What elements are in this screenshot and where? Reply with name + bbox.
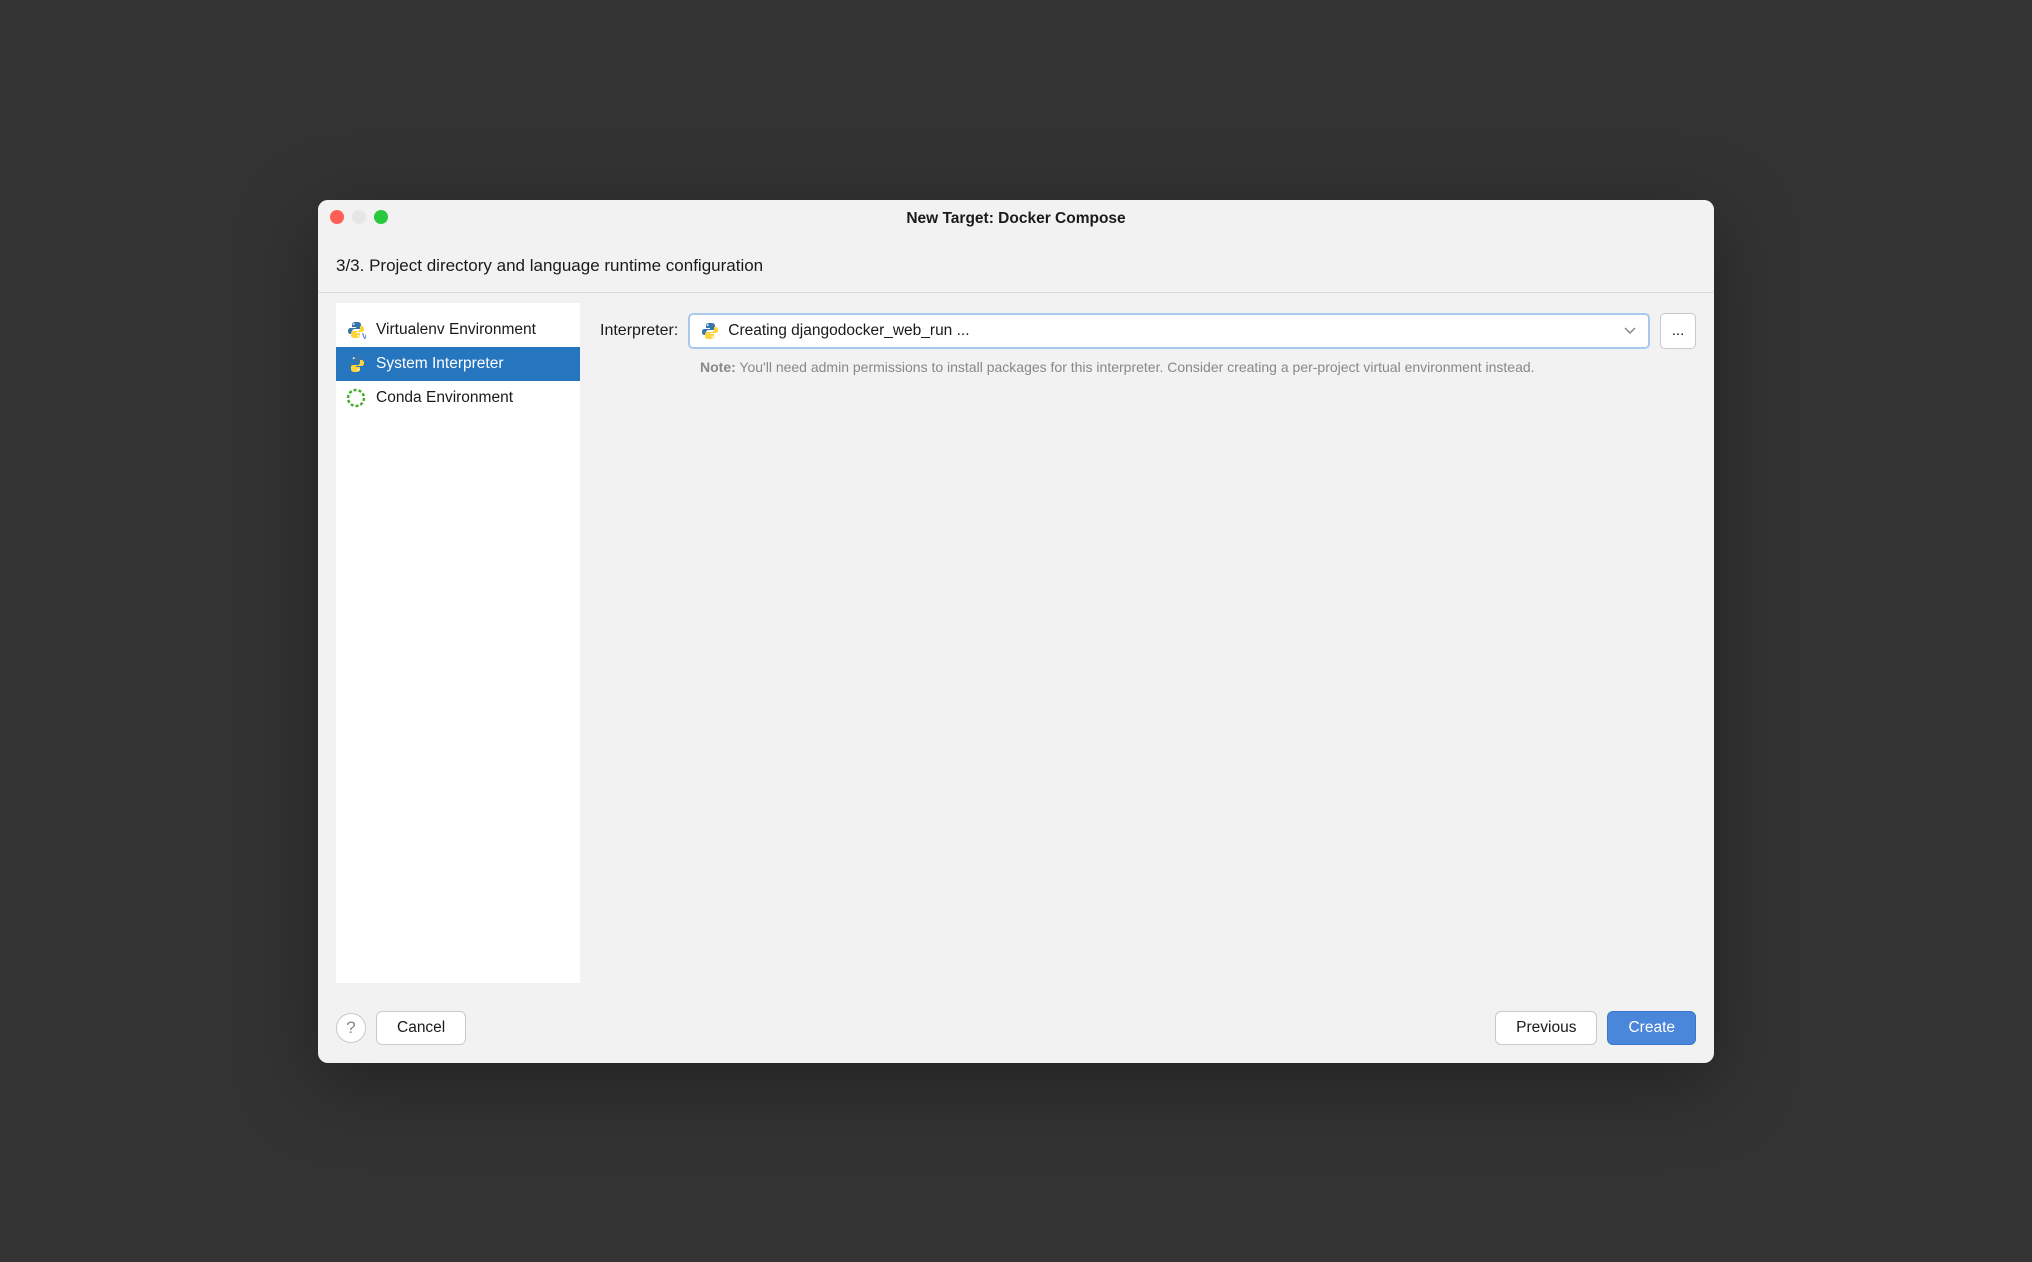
window-controls: [330, 210, 388, 224]
dialog-footer: ? Cancel Previous Create: [318, 993, 1714, 1063]
cancel-button[interactable]: Cancel: [376, 1011, 466, 1045]
minimize-window-button[interactable]: [352, 210, 366, 224]
sidebar-item-label: Conda Environment: [376, 389, 513, 407]
previous-button[interactable]: Previous: [1495, 1011, 1597, 1045]
sidebar-item-label: System Interpreter: [376, 355, 504, 373]
sidebar-item-system-interpreter[interactable]: System Interpreter: [336, 347, 580, 381]
conda-icon: [346, 388, 366, 408]
help-button[interactable]: ?: [336, 1013, 366, 1043]
main-panel: Interpreter: Creating djangodocker_web_r…: [580, 293, 1714, 993]
new-target-dialog: New Target: Docker Compose 3/3. Project …: [318, 200, 1714, 1063]
sidebar-item-label: Virtualenv Environment: [376, 321, 536, 339]
note-text: You'll need admin permissions to install…: [736, 359, 1535, 375]
window-title: New Target: Docker Compose: [906, 210, 1125, 228]
sidebar-item-conda[interactable]: Conda Environment: [336, 381, 580, 415]
python-icon: [700, 321, 720, 341]
note-label: Note:: [700, 359, 736, 375]
browse-button[interactable]: ...: [1660, 313, 1696, 349]
interpreter-field-row: Interpreter: Creating djangodocker_web_r…: [600, 313, 1696, 349]
close-window-button[interactable]: [330, 210, 344, 224]
interpreter-label: Interpreter:: [600, 322, 678, 340]
content-area: V Virtualenv Environment System Interpre…: [318, 293, 1714, 993]
interpreter-value: Creating djangodocker_web_run ...: [728, 322, 1638, 340]
svg-text:V: V: [362, 332, 366, 340]
maximize-window-button[interactable]: [374, 210, 388, 224]
interpreter-dropdown[interactable]: Creating djangodocker_web_run ...: [688, 313, 1650, 349]
titlebar: New Target: Docker Compose: [318, 200, 1714, 238]
interpreter-type-sidebar: V Virtualenv Environment System Interpre…: [336, 303, 580, 983]
wizard-step-header: 3/3. Project directory and language runt…: [318, 238, 1714, 293]
python-icon: [346, 354, 366, 374]
python-venv-icon: V: [346, 320, 366, 340]
sidebar-item-virtualenv[interactable]: V Virtualenv Environment: [336, 313, 580, 347]
chevron-down-icon: [1624, 322, 1636, 340]
create-button[interactable]: Create: [1607, 1011, 1696, 1045]
interpreter-note: Note: You'll need admin permissions to i…: [700, 349, 1696, 378]
